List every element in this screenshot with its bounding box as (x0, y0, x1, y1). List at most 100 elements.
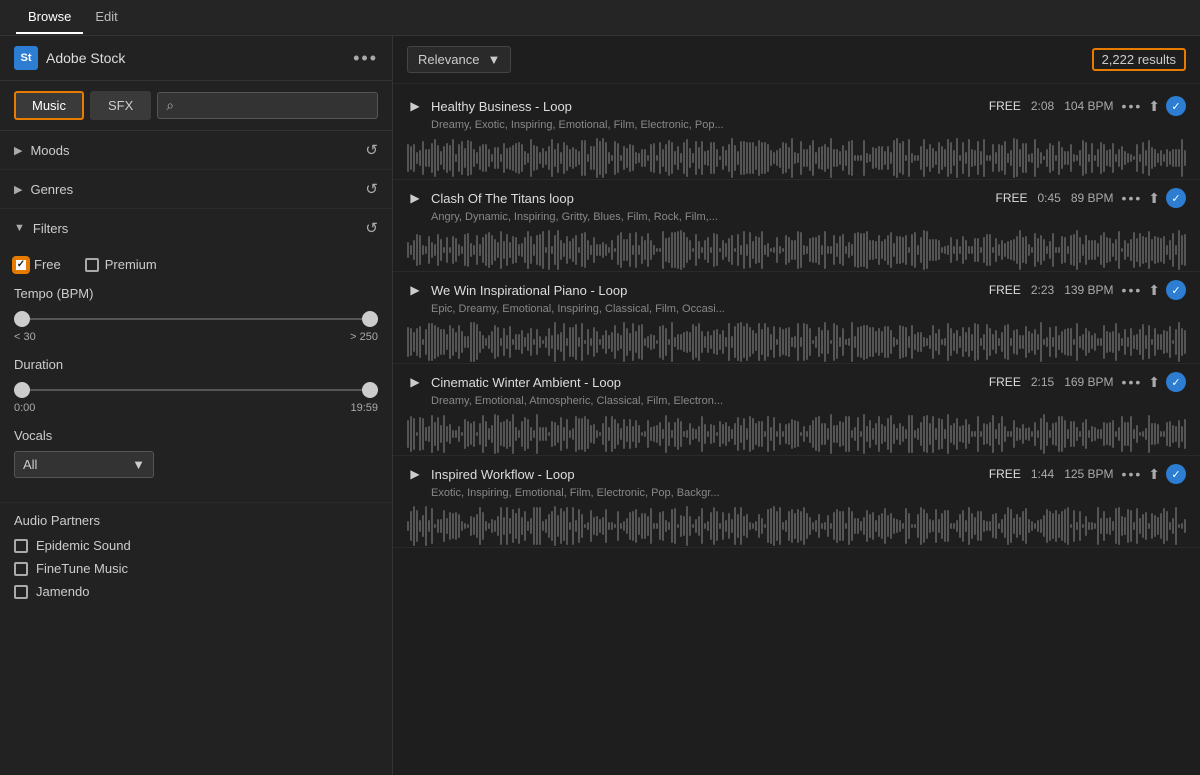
premium-checkbox[interactable] (85, 258, 99, 272)
vocals-select[interactable]: All ▼ (14, 451, 154, 478)
tempo-thumb-right[interactable] (362, 311, 378, 327)
waveform-bar (635, 331, 637, 353)
filters-reset-icon[interactable]: ↺ (365, 219, 378, 237)
track-bpm: 169 BPM (1064, 375, 1113, 389)
moods-row[interactable]: ▶ Moods ↺ (0, 131, 392, 169)
track-more-icon[interactable]: ••• (1122, 374, 1143, 390)
play-button[interactable]: ▶ (407, 98, 423, 114)
track-item[interactable]: ▶ Cinematic Winter Ambient - Loop FREE 2… (393, 364, 1200, 456)
track-check-icon: ✓ (1166, 280, 1186, 300)
waveform-bar (524, 511, 526, 540)
waveform-bar (1052, 513, 1054, 538)
waveform-bar (671, 430, 673, 438)
track-upload-icon[interactable]: ⬆ (1148, 190, 1160, 207)
waveform-bar (539, 152, 541, 165)
waveform-bar (506, 335, 508, 348)
waveform-bar (614, 248, 616, 252)
tab-browse[interactable]: Browse (16, 1, 83, 34)
free-checkbox-item[interactable]: Free (14, 257, 61, 272)
waveform-bar (917, 245, 919, 254)
waveform-bar (1091, 426, 1093, 442)
waveform-bar (1007, 431, 1009, 437)
waveform-bar (548, 230, 550, 269)
waveform-bar (728, 513, 730, 540)
waveform-bar (1025, 236, 1027, 265)
waveform-bar (929, 423, 931, 444)
waveform-bar (767, 509, 769, 544)
waveform-bar (1022, 237, 1024, 263)
waveform-bar (791, 337, 793, 347)
waveform-bar (956, 330, 958, 353)
track-more-icon[interactable]: ••• (1122, 98, 1143, 114)
premium-checkbox-item[interactable]: Premium (85, 257, 157, 272)
waveform-bar (902, 141, 904, 176)
filters-row[interactable]: ▼ Filters ↺ (0, 209, 392, 247)
moods-reset-icon[interactable]: ↺ (365, 141, 378, 159)
waveform-bar (824, 144, 826, 173)
waveform-bar (470, 141, 472, 176)
waveform-bar (1010, 509, 1012, 542)
track-upload-icon[interactable]: ⬆ (1148, 98, 1160, 115)
track-upload-icon[interactable]: ⬆ (1148, 466, 1160, 483)
waveform-bar (440, 329, 442, 355)
track-item[interactable]: ▶ We Win Inspirational Piano - Loop FREE… (393, 272, 1200, 364)
track-more-icon[interactable]: ••• (1122, 282, 1143, 298)
waveform-bar (962, 425, 964, 443)
waveform-bar (896, 428, 898, 440)
waveform-bar (1112, 243, 1114, 257)
track-check-icon: ✓ (1166, 372, 1186, 392)
track-more-icon[interactable]: ••• (1122, 466, 1143, 482)
duration-thumb-left[interactable] (14, 382, 30, 398)
finetune-checkbox[interactable] (14, 562, 28, 576)
track-item[interactable]: ▶ Healthy Business - Loop FREE 2:08 104 … (393, 88, 1200, 180)
waveform-bar (899, 520, 901, 533)
play-button[interactable]: ▶ (407, 282, 423, 298)
waveform-bar (440, 425, 442, 444)
waveform-bar (938, 519, 940, 533)
play-button[interactable]: ▶ (407, 190, 423, 206)
waveform-bar (1148, 231, 1150, 269)
genres-row[interactable]: ▶ Genres ↺ (0, 170, 392, 208)
track-upload-icon[interactable]: ⬆ (1148, 374, 1160, 391)
sfx-tab-button[interactable]: SFX (90, 91, 151, 120)
waveform-bar (998, 523, 1000, 529)
tempo-slider[interactable] (14, 309, 378, 329)
partner-row-finetune[interactable]: FineTune Music (14, 561, 378, 576)
waveform-bar (602, 242, 604, 259)
waveform-bar (812, 237, 814, 264)
waveform-bar (422, 339, 424, 345)
more-options-icon[interactable]: ••• (353, 48, 378, 69)
waveform-bar (728, 238, 730, 261)
track-item[interactable]: ▶ Clash Of The Titans loop FREE 0:45 89 … (393, 180, 1200, 272)
track-upload-icon[interactable]: ⬆ (1148, 282, 1160, 299)
partner-row-epidemic[interactable]: Epidemic Sound (14, 538, 378, 553)
tempo-thumb-left[interactable] (14, 311, 30, 327)
track-item[interactable]: ▶ Inspired Workflow - Loop FREE 1:44 125… (393, 456, 1200, 548)
waveform-bar (1160, 150, 1162, 167)
play-button[interactable]: ▶ (407, 374, 423, 390)
genres-reset-icon[interactable]: ↺ (365, 180, 378, 198)
waveform-bar (857, 155, 859, 161)
duration-thumb-right[interactable] (362, 382, 378, 398)
sort-dropdown[interactable]: Relevance ▼ (407, 46, 511, 73)
free-badge: FREE (989, 99, 1021, 113)
search-input[interactable] (180, 98, 369, 113)
partner-row-jamendo[interactable]: Jamendo (14, 584, 378, 599)
waveform-bar (929, 144, 931, 171)
waveform-bar (1178, 322, 1180, 361)
jamendo-checkbox[interactable] (14, 585, 28, 599)
track-more-icon[interactable]: ••• (1122, 190, 1143, 206)
free-checkbox[interactable] (14, 258, 28, 272)
waveform-bar (548, 432, 550, 436)
epidemic-checkbox[interactable] (14, 539, 28, 553)
play-button[interactable]: ▶ (407, 466, 423, 482)
tab-edit[interactable]: Edit (83, 1, 129, 34)
waveform-bar (593, 327, 595, 357)
waveform-bar (1106, 237, 1108, 263)
music-tab-button[interactable]: Music (14, 91, 84, 120)
duration-slider[interactable] (14, 380, 378, 400)
waveform-bar (413, 332, 415, 352)
waveform-bar (761, 421, 763, 447)
waveform-bar (1175, 329, 1177, 354)
waveform-bar (773, 417, 775, 450)
